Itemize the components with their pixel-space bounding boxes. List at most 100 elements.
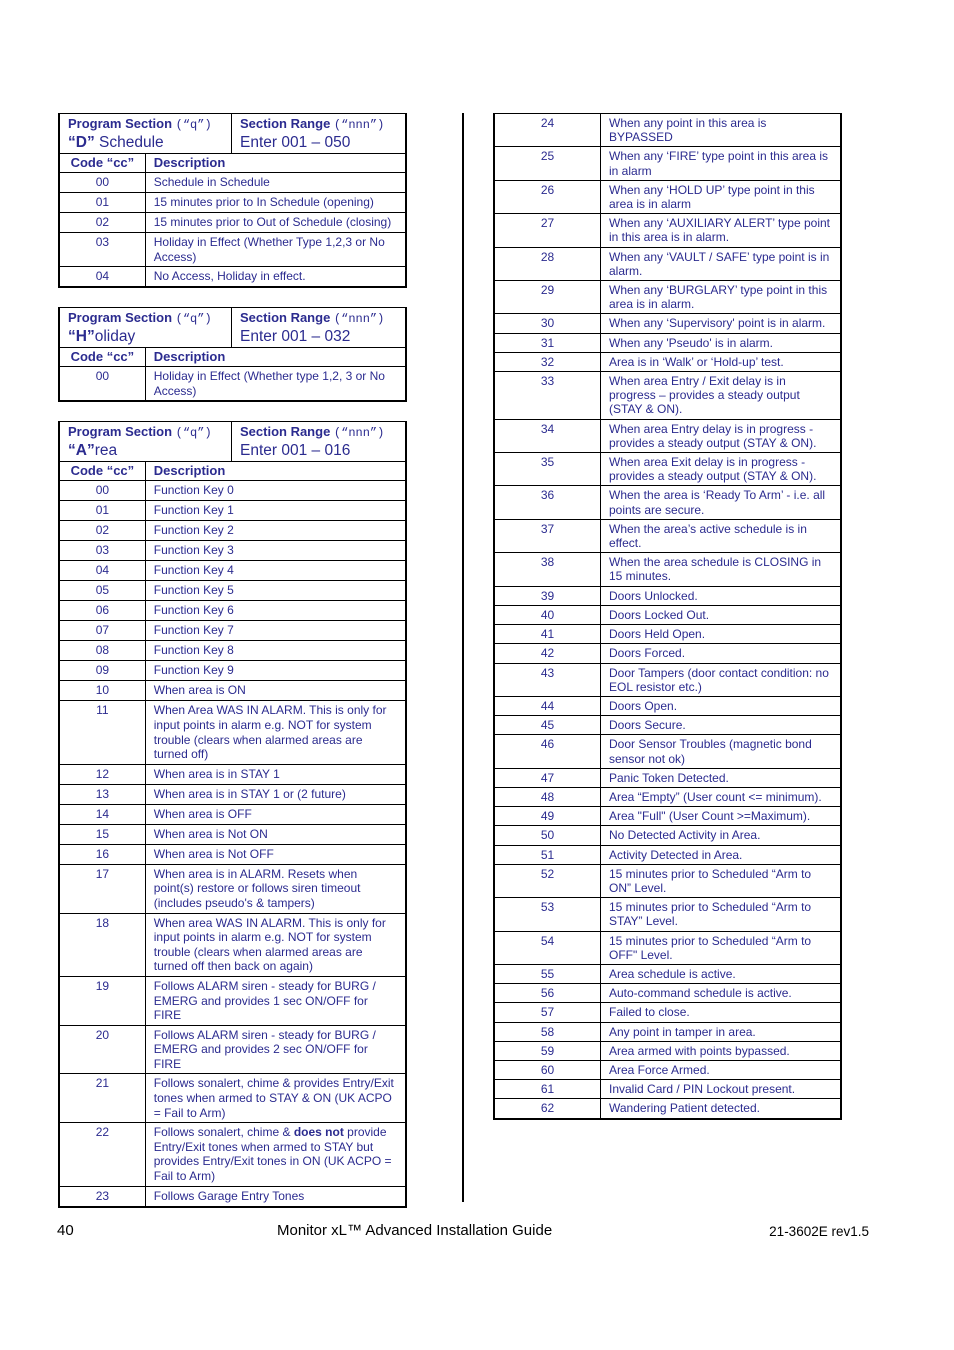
table-row: 33 When area Entry / Exit delay is in pro… [493,371,842,420]
section-range-var: (“nnn”) [333,312,385,327]
section-header-row: Program Section (“q”) “D” Schedule Secti… [58,113,407,154]
code-cell: 57 [493,1002,601,1023]
table-row: 05 Function Key 5 [57,580,407,602]
table-row: 62 Wandering Patient detected. [493,1098,842,1120]
code-cell: 15 [57,823,146,845]
table-row: 39 Doors Unlocked. [493,585,842,606]
code-cell: 53 [493,897,601,932]
description-cell: When area is in ALARM. Resets when point… [144,863,407,914]
table-row: 37 When the area’s active schedule is in … [493,518,842,554]
description-cell: When area WAS IN ALARM. This is only for… [144,912,407,977]
code-cell: 42 [493,643,601,664]
table-row: 00 Function Key 0 [57,480,407,502]
table-row: 48 Area “Empty” (User count <= minimum). [493,786,842,808]
page-number: 40 [57,1222,74,1239]
description-cell: Area armed with points bypassed. [600,1040,842,1061]
code-cell: 62 [493,1098,601,1120]
section-header-row: Program Section (“q”) “A”rea Section Ran… [58,421,407,463]
table-row: 44 Doors Open. [493,695,842,717]
code-cell: 40 [493,604,601,626]
description-cell: When Area WAS IN ALARM. This is only for… [144,700,407,765]
table-row: 21 Follows sonalert, chime & provides Ent… [57,1073,407,1124]
description-cell: 15 minutes prior to Out of Schedule (clo… [144,212,407,233]
description-cell: Activity Detected in Area. [600,844,842,865]
description-cell: Function Key 3 [144,540,407,562]
table-row: 36 When the area is ‘Ready To Arm’ - i.e.… [493,485,842,520]
description-emphasis: does not [293,1125,344,1140]
table-row: 26 When any ‘HOLD UP’ type point in this … [493,179,842,215]
table-body: 00 Holiday in Effect (Whether type 1,2, 3… [57,366,407,403]
section-range-cell: Section Range (“nnn”) Enter 001 – 050 [231,113,407,154]
description-cell: Function Key 6 [144,600,407,622]
description-cell: 15 minutes prior to In Schedule (opening… [144,192,407,213]
program-section-label: Program Section [68,310,173,326]
description-cell: Follows ALARM siren - steady for BURG / … [144,1024,407,1075]
description-cell: Function Key 0 [144,480,407,502]
area-section-table: Program Section (“q”) “A”rea Section Ran… [57,421,407,1208]
description-cell: When area Exit delay is in progress - pr… [600,452,842,487]
table-row: 57 Failed to close. [493,1002,842,1023]
code-cell: 02 [57,212,146,233]
description-cell: When the area’s active schedule is in ef… [600,518,842,554]
table-row: 17 When area is in ALARM. Resets when poi… [57,863,407,914]
section-letter: “D” [68,134,95,151]
description-cell: Doors Open. [600,695,842,717]
description-cell: Doors Unlocked. [600,585,842,606]
code-column-header: Code “cc” [57,461,146,482]
description-cell: When the area schedule is CLOSING in 15 … [600,552,842,587]
code-cell: 01 [57,192,146,213]
description-cell: Follows Garage Entry Tones [144,1185,407,1208]
code-cell: 50 [493,825,601,846]
code-cell: 00 [57,366,146,403]
column-header-row: Code “cc” Description [57,461,407,482]
table-row: 24 When any point in this area is BYPASSE… [493,112,842,148]
description-cell: When any ‘AUXILIARY ALERT’ type point in… [600,213,842,248]
code-cell: 43 [493,662,601,697]
table-row: 09 Function Key 9 [57,660,407,682]
description-cell: 15 minutes prior to Scheduled “Arm to OF… [600,930,842,965]
table-row: 45 Doors Secure. [493,715,842,736]
table-body: 24 When any point in this area is BYPASSE… [493,112,842,1120]
code-cell: 58 [493,1021,601,1042]
table-row: 11 When Area WAS IN ALARM. This is only f… [57,700,407,765]
table-row: 25 When any ‘FIRE’ type point in this are… [493,146,842,181]
code-cell: 61 [493,1079,601,1100]
table-row: 29 When any ‘BURGLARY’ type point in this… [493,280,842,315]
table-row: 27 When any ‘AUXILIARY ALERT’ type point … [493,213,842,248]
table-row: 01 15 minutes prior to In Schedule (openi… [57,192,407,213]
code-cell: 02 [57,520,146,542]
table-row: 54 15 minutes prior to Scheduled “Arm to … [493,930,842,965]
code-cell: 03 [57,540,146,562]
description-cell: When area Entry delay is in progress - p… [600,418,842,454]
code-column-header: Code “cc” [57,347,146,368]
code-cell: 28 [493,246,601,282]
code-cell: 18 [57,912,146,977]
code-cell: 03 [57,231,146,268]
table-row: 61 Invalid Card / PIN Lockout present. [493,1079,842,1100]
code-cell: 19 [57,975,146,1026]
table-row: 35 When area Exit delay is in progress - … [493,452,842,487]
table-row: 12 When area is in STAY 1 [57,763,407,785]
table-row: 00 Schedule in Schedule [57,172,407,193]
section-range-label: Section Range [240,116,331,131]
table-row: 00 Holiday in Effect (Whether type 1,2, 3… [57,366,407,403]
code-cell: 32 [493,351,601,373]
table-row: 53 15 minutes prior to Scheduled “Arm to … [493,897,842,932]
table-row: 52 15 minutes prior to Scheduled “Arm to … [493,863,842,899]
description-column-header: Description [144,347,407,368]
description-cell: Follows sonalert, chime & provides Entry… [144,1073,407,1124]
schedule-section-table: Program Section (“q”) “D” Schedule Secti… [57,113,407,289]
code-cell: 33 [493,371,601,420]
code-cell: 31 [493,332,601,353]
area-section-table-continued: 24 When any point in this area is BYPASSE… [493,112,842,1120]
code-cell: 20 [57,1024,146,1075]
table-row: 22 Follows sonalert, chime & does not pro… [57,1122,407,1187]
description-cell: No Detected Activity in Area. [600,825,842,846]
table-row: 38 When the area schedule is CLOSING in 1… [493,552,842,587]
description-cell: When any ‘BURGLARY’ type point in this a… [600,280,842,315]
table-row: 49 Area "Full" (User Count >=Maximum). [493,806,842,827]
column-header-row: Code “cc” Description [57,347,407,368]
code-cell: 38 [493,552,601,587]
code-cell: 10 [57,680,146,702]
code-cell: 36 [493,485,601,520]
